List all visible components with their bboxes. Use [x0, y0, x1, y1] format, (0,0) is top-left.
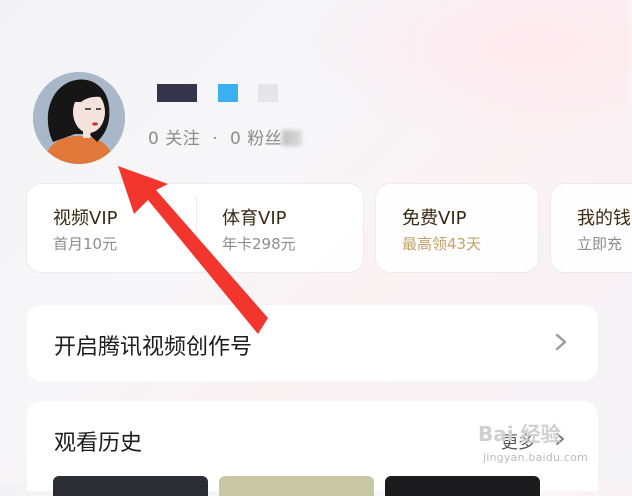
annotation-arrow — [118, 166, 268, 334]
